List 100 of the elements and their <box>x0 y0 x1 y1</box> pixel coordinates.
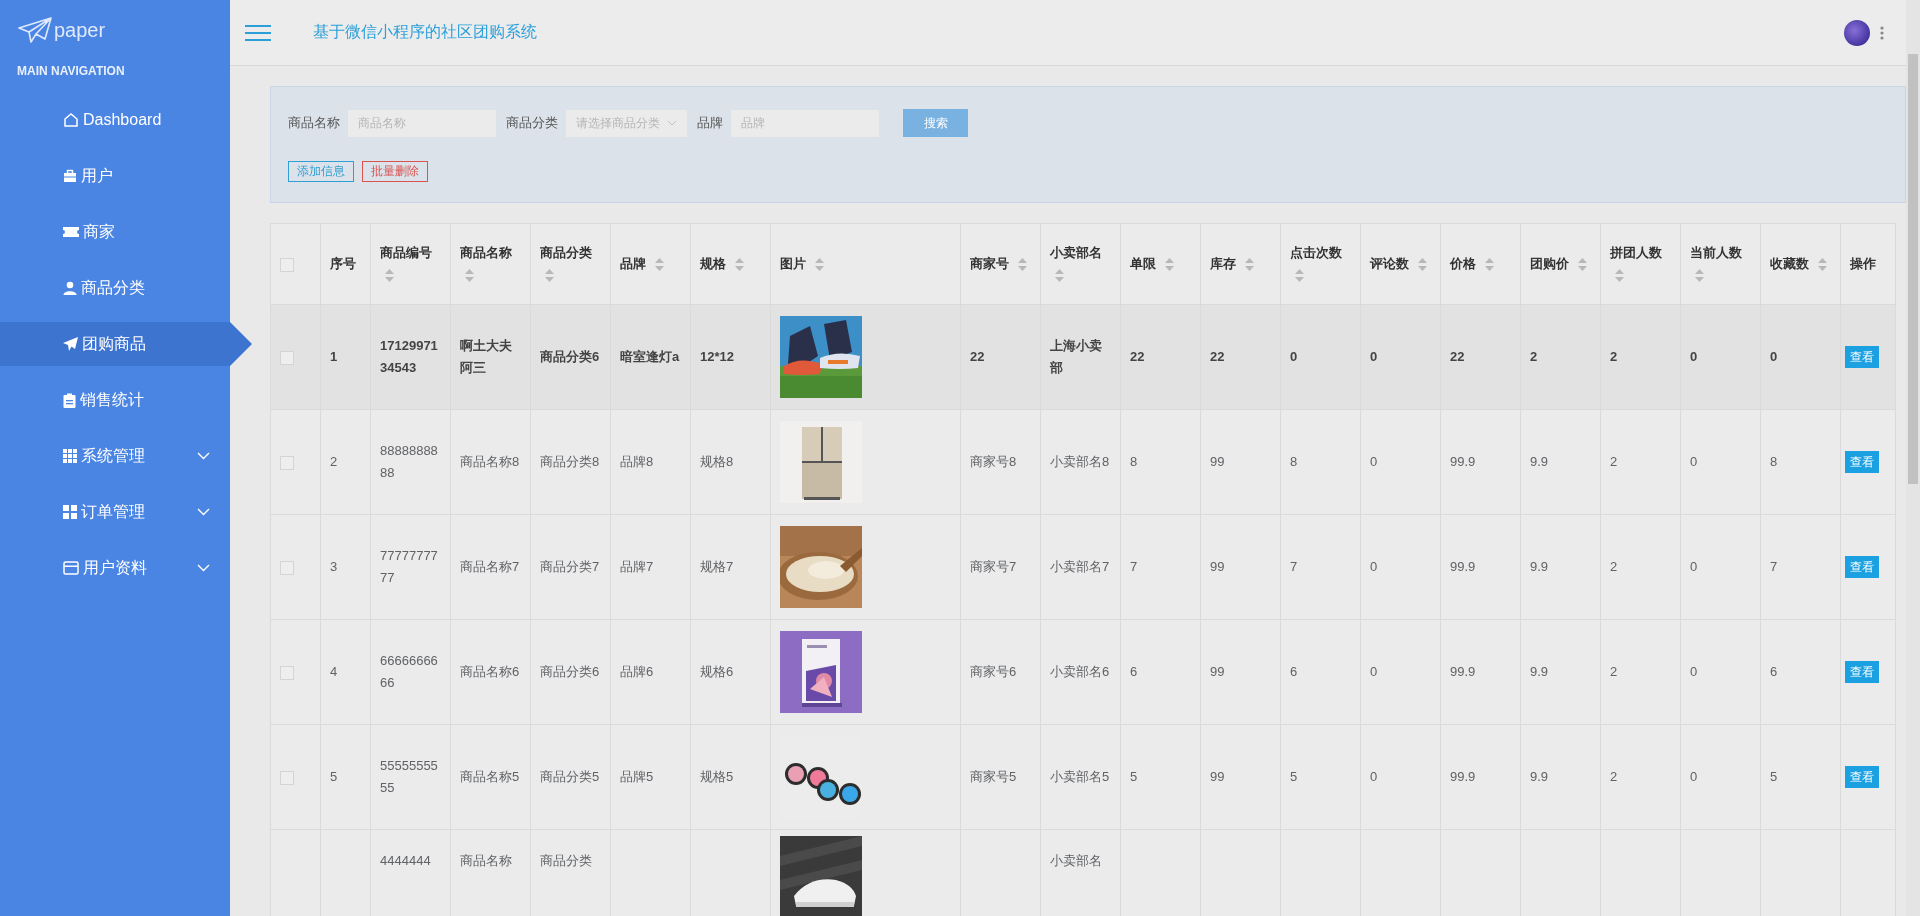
sort-icon[interactable] <box>1164 258 1174 272</box>
field-label: 商品分类 <box>506 114 558 132</box>
nav-item[interactable]: 销售统计 <box>0 378 230 422</box>
column-header[interactable]: 规格 <box>700 256 726 271</box>
checkbox[interactable] <box>280 455 294 470</box>
column-header[interactable]: 团购价 <box>1530 256 1569 271</box>
column-header[interactable]: 拼团人数 <box>1610 245 1662 260</box>
table-cell: 99.9 <box>1450 559 1476 574</box>
more-icon[interactable] <box>1880 25 1884 40</box>
table-cell: 规格7 <box>700 559 734 574</box>
sort-icon[interactable] <box>1615 269 1624 283</box>
column-header[interactable]: 价格 <box>1450 256 1476 271</box>
sort-icon[interactable] <box>1244 258 1254 272</box>
table-cell: 22 <box>1130 349 1145 364</box>
sort-icon[interactable] <box>545 269 554 283</box>
nav-item[interactable]: 商家 <box>0 210 230 254</box>
column-header[interactable]: 商品编号 <box>380 245 432 260</box>
column-header[interactable]: 商品分类 <box>540 245 592 260</box>
sort-icon[interactable] <box>1577 258 1587 272</box>
nav-item[interactable]: 系统管理 <box>0 434 230 478</box>
table-cell: 99 <box>1210 664 1225 679</box>
nav-item[interactable]: 用户 <box>0 154 230 198</box>
delete-button[interactable]: 批量删除 <box>362 161 428 182</box>
table-cell: 商品名称6 <box>460 664 520 679</box>
column-header[interactable]: 品牌 <box>620 256 646 271</box>
table-cell: 6666666666 <box>380 653 438 690</box>
column-header[interactable]: 商家号 <box>970 256 1009 271</box>
view-button[interactable]: 查看 <box>1845 451 1879 473</box>
checkbox[interactable] <box>280 560 294 575</box>
table-cell: 5 <box>330 769 338 784</box>
ticket-icon <box>63 226 79 238</box>
sort-icon[interactable] <box>1484 258 1494 272</box>
sort-icon[interactable] <box>1055 269 1064 283</box>
menu-icon[interactable] <box>245 22 271 43</box>
table-cell: 0 <box>1690 769 1698 784</box>
table-cell: 99.9 <box>1450 664 1476 679</box>
checkbox[interactable] <box>280 257 294 272</box>
table-cell: 商家号6 <box>970 664 1017 679</box>
table-cell: 3 <box>330 559 338 574</box>
column-header[interactable]: 库存 <box>1210 256 1236 271</box>
table-cell: 5555555555 <box>380 758 438 795</box>
column-header[interactable]: 小卖部名 <box>1050 245 1102 260</box>
nav-item[interactable]: 用户资料 <box>0 546 230 590</box>
sort-icon[interactable] <box>734 258 744 272</box>
nav-item[interactable]: Dashboard <box>0 98 230 142</box>
table-cell: 1 <box>330 349 338 364</box>
table-cell: 2 <box>1530 349 1538 364</box>
scrollbar[interactable] <box>1908 54 1918 484</box>
column-header[interactable]: 点击次数 <box>1290 245 1342 260</box>
column-header[interactable]: 单限 <box>1130 256 1156 271</box>
section-title: MAIN NAVIGATION <box>16 63 126 78</box>
sort-icon[interactable] <box>1695 269 1704 283</box>
table-cell: 0 <box>1370 349 1378 364</box>
paper-plane-logo-icon <box>18 17 52 43</box>
table-cell: 1712997134543 <box>380 338 438 375</box>
table-cell: 上海小卖部 <box>1050 338 1102 375</box>
view-button[interactable]: 查看 <box>1845 661 1879 683</box>
column-header[interactable]: 图片 <box>780 256 806 271</box>
checkbox[interactable] <box>280 770 294 785</box>
table-cell: 9.9 <box>1530 559 1549 574</box>
table-cell: 0 <box>1370 454 1378 469</box>
table-cell: 0 <box>1690 559 1698 574</box>
avatar-icon[interactable] <box>1844 19 1870 46</box>
table-cell: 商品名称7 <box>460 559 520 574</box>
column-header[interactable]: 评论数 <box>1370 256 1409 271</box>
sort-icon[interactable] <box>465 269 474 283</box>
checkbox[interactable] <box>280 350 294 365</box>
table-cell: 8 <box>1290 454 1298 469</box>
table-cell: 规格5 <box>700 769 734 784</box>
table-cell: 小卖部名7 <box>1050 559 1110 574</box>
sort-icon[interactable] <box>1017 258 1027 272</box>
logo-text: paper <box>54 18 106 42</box>
sort-icon[interactable] <box>814 258 824 272</box>
sort-icon[interactable] <box>654 258 664 272</box>
sort-icon[interactable] <box>1295 269 1304 283</box>
column-header[interactable]: 当前人数 <box>1690 245 1742 260</box>
checkbox[interactable] <box>280 665 294 680</box>
table-cell: 小卖部名5 <box>1050 769 1110 784</box>
table-cell: 9.9 <box>1530 664 1549 679</box>
caret-icon <box>667 120 677 126</box>
clipboard-icon <box>63 392 76 408</box>
view-button[interactable]: 查看 <box>1845 766 1879 788</box>
column-header[interactable]: 商品名称 <box>460 245 512 260</box>
app-title: 基于微信小程序的社区团购系统 <box>313 22 538 42</box>
nav-item[interactable]: 商品分类 <box>0 266 230 310</box>
sort-icon[interactable] <box>1817 258 1827 272</box>
table-cell: 2 <box>1610 559 1618 574</box>
view-button[interactable]: 查看 <box>1845 346 1879 368</box>
sort-icon[interactable] <box>385 269 394 283</box>
table-cell: 商家号8 <box>970 454 1017 469</box>
table-cell: 商品分类7 <box>540 559 600 574</box>
table-cell: 8888888888 <box>380 443 438 480</box>
nav-item[interactable]: 订单管理 <box>0 490 230 534</box>
sort-icon[interactable] <box>1417 258 1427 272</box>
column-header[interactable]: 收藏数 <box>1770 256 1809 271</box>
add-button[interactable]: 添加信息 <box>288 161 354 182</box>
field-label: 品牌 <box>697 114 723 132</box>
search-button[interactable]: 搜索 <box>903 109 968 137</box>
table-cell: 22 <box>1210 349 1225 364</box>
view-button[interactable]: 查看 <box>1845 556 1879 578</box>
